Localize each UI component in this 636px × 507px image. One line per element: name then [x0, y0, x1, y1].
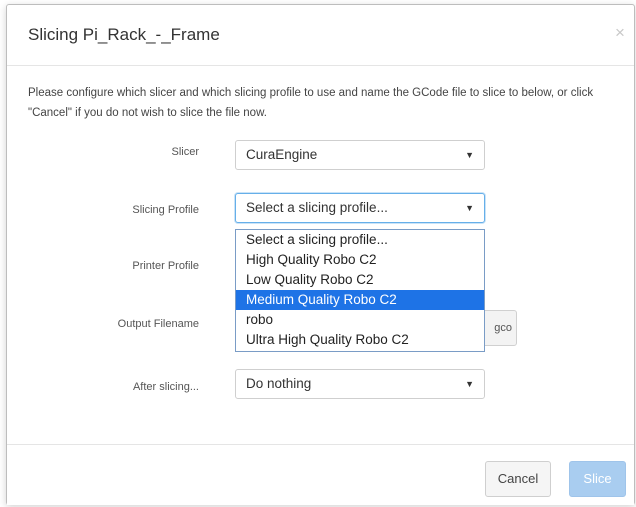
dialog-header: Slicing Pi_Rack_-_Frame ×: [7, 5, 634, 66]
slice-button[interactable]: Slice: [569, 461, 626, 497]
close-icon[interactable]: ×: [615, 23, 625, 43]
slicing-profile-select[interactable]: Select a slicing profile... ▼: [235, 193, 485, 223]
printer-profile-label: Printer Profile: [132, 260, 199, 272]
profile-option[interactable]: Select a slicing profile...: [236, 230, 484, 250]
cancel-button[interactable]: Cancel: [485, 461, 551, 497]
chevron-down-icon: ▼: [465, 379, 474, 389]
profile-option[interactable]: Ultra High Quality Robo C2: [236, 330, 484, 350]
dialog-footer: Cancel Slice: [7, 444, 634, 505]
profile-option[interactable]: robo: [236, 310, 484, 330]
profile-option[interactable]: Low Quality Robo C2: [236, 270, 484, 290]
slicing-dialog: Slicing Pi_Rack_-_Frame × Please configu…: [6, 4, 635, 505]
after-slicing-select[interactable]: Do nothing ▼: [235, 369, 485, 399]
slicer-label: Slicer: [171, 146, 199, 158]
intro-text: Please configure which slicer and which …: [28, 87, 594, 119]
chevron-down-icon: ▼: [465, 203, 474, 213]
slicer-value: CuraEngine: [246, 147, 318, 162]
slicer-select[interactable]: CuraEngine ▼: [235, 140, 485, 170]
slicing-profile-value: Select a slicing profile...: [246, 200, 388, 215]
slicing-profile-dropdown: Select a slicing profile... High Quality…: [235, 229, 485, 352]
output-filename-label: Output Filename: [117, 318, 199, 330]
profile-option[interactable]: High Quality Robo C2: [236, 250, 484, 270]
profile-option-highlighted[interactable]: Medium Quality Robo C2: [236, 290, 484, 310]
after-slicing-label: After slicing...: [132, 381, 199, 393]
after-slicing-value: Do nothing: [246, 376, 312, 391]
chevron-down-icon: ▼: [465, 150, 474, 160]
dialog-title: Slicing Pi_Rack_-_Frame: [28, 25, 220, 44]
slicing-profile-label: Slicing Profile: [132, 204, 199, 216]
